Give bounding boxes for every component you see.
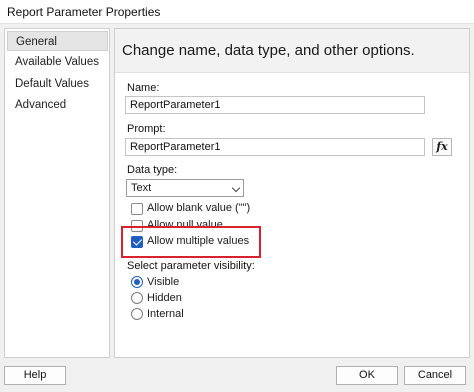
expression-button[interactable]: fx [432, 138, 452, 156]
visible-radio[interactable] [131, 276, 143, 288]
hidden-label: Hidden [147, 292, 182, 304]
nav-item-default-values[interactable]: Default Values [7, 74, 108, 94]
prompt-field[interactable]: ReportParameter1 [125, 138, 425, 156]
allow-blank-label: Allow blank value ("") [147, 202, 251, 214]
chevron-down-icon [231, 183, 241, 193]
cancel-button[interactable]: Cancel [404, 366, 466, 385]
nav-item-general[interactable]: General [7, 31, 108, 51]
data-type-select[interactable]: Text [126, 179, 244, 197]
allow-blank-checkbox[interactable] [131, 203, 143, 215]
highlight-box [121, 226, 261, 258]
visibility-label: Select parameter visibility: [127, 260, 255, 272]
visible-label: Visible [147, 276, 180, 288]
name-field[interactable]: ReportParameter1 [125, 96, 425, 114]
data-type-label: Data type: [127, 164, 178, 176]
nav-item-advanced[interactable]: Advanced [7, 95, 108, 115]
page-heading: Change name, data type, and other option… [122, 42, 415, 59]
dialog-footer: Help OK Cancel [0, 362, 474, 392]
nav-item-available-values[interactable]: Available Values [7, 52, 108, 72]
nav-panel: General Available Values Default Values … [4, 28, 110, 358]
content-header: Change name, data type, and other option… [115, 29, 469, 73]
internal-label: Internal [147, 308, 184, 320]
window-title: Report Parameter Properties [7, 5, 161, 19]
name-label: Name: [127, 82, 160, 94]
data-type-value: Text [131, 182, 152, 194]
prompt-label: Prompt: [127, 123, 166, 135]
internal-radio[interactable] [131, 308, 143, 320]
help-button[interactable]: Help [4, 366, 66, 385]
title-bar: Report Parameter Properties [0, 0, 474, 24]
ok-button[interactable]: OK [336, 366, 398, 385]
hidden-radio[interactable] [131, 292, 143, 304]
